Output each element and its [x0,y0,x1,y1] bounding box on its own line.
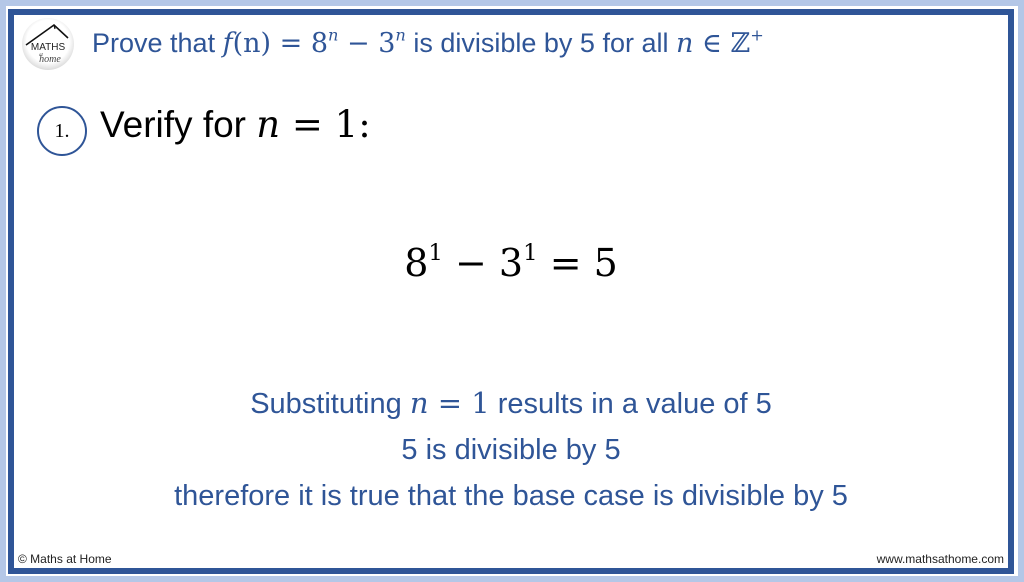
title-middle: is divisible by 5 for all [405,28,676,58]
step-variable: n [256,103,281,146]
slide-frame: MATHS at home Prove that f(n) = 8n − 3n … [8,9,1014,574]
title-variable: n [675,28,694,59]
explanation-prefix: Substituting [250,388,410,420]
website-link[interactable]: www.mathsathome.com [877,552,1004,566]
title-equals: = 8 [271,28,329,59]
step-number: 1. [54,119,70,142]
explanation-line-1: Substituting n = 1 results in a value of… [14,380,1008,427]
title-minus: − 3 [338,28,396,59]
explanation-line-2: 5 is divisible by 5 [401,434,621,466]
title-set: ∈ ℤ [693,28,751,59]
title-set-plus: + [750,25,764,45]
explanation-equals: = 1 [428,386,490,420]
explanation-text: Substituting n = 1 results in a value of… [14,380,1008,519]
house-roof-icon: MATHS at home [25,23,69,65]
equation-exponent-2: 1 [523,240,538,267]
problem-statement: Prove that f(n) = 8n − 3n is divisible b… [92,25,764,59]
explanation-suffix: results in a value of 5 [489,388,772,420]
explanation-line-3: therefore it is true that the base case … [174,480,848,512]
step-label: Verify for [100,104,257,145]
equation-exponent-1: 1 [428,240,443,267]
equation-base-1: 8 [404,241,429,285]
equation-minus: − 3 [442,241,524,285]
step-condition: = 1: [280,103,371,146]
logo-home-text: home [39,54,61,65]
copyright-text: © Maths at Home [18,552,112,566]
equation-result: = 5 [537,241,618,285]
step-heading: Verify for n = 1: [100,103,371,146]
logo-maths-text: MATHS [31,42,66,53]
title-exponent-2: n [395,25,406,45]
explanation-variable: n [409,386,429,420]
title-prefix: Prove that [92,28,223,58]
maths-at-home-logo: MATHS at home [22,18,74,70]
title-argument: (n) [232,28,272,59]
title-function: f [222,28,233,59]
title-exponent-1: n [328,25,339,45]
step-number-badge: 1. [37,106,87,156]
base-case-equation: 81 − 31 = 5 [14,241,1008,285]
